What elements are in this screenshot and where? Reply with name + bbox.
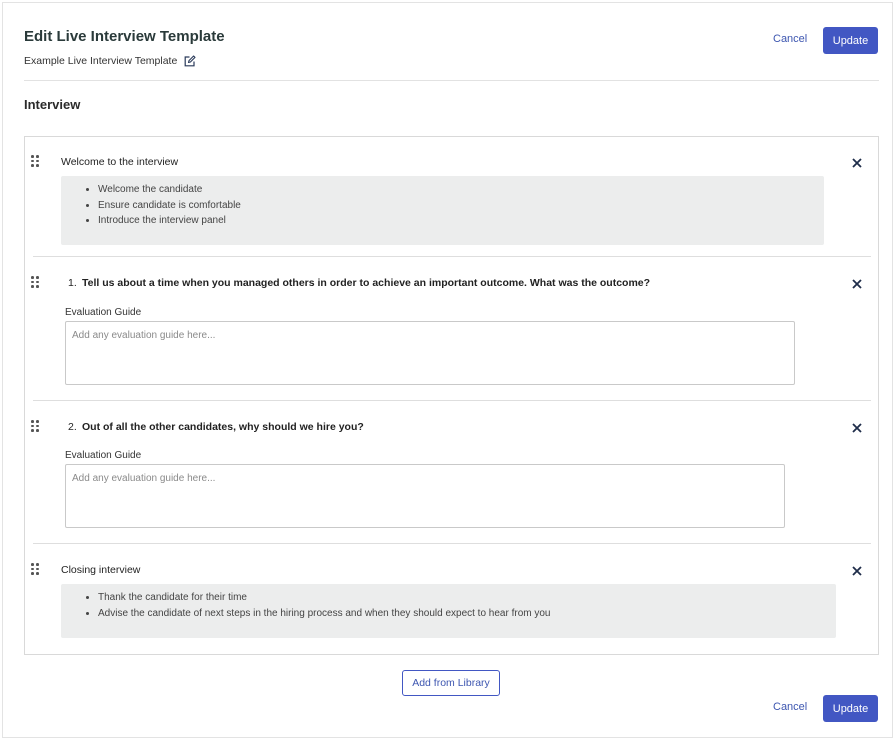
template-name-row: Example Live Interview Template (24, 55, 196, 67)
section-heading: Interview (24, 97, 81, 112)
note-bullet: Ensure candidate is comfortable (98, 198, 824, 214)
note-bullet: Welcome the candidate (98, 182, 824, 198)
note-bullet: Thank the candidate for their time (98, 590, 836, 606)
evaluation-guide-input[interactable] (65, 464, 785, 528)
note-bullet: Advise the candidate of next steps in th… (98, 606, 836, 622)
drag-handle-icon[interactable] (31, 420, 39, 432)
footer-update-button[interactable]: Update (823, 695, 878, 722)
close-icon[interactable] (851, 421, 863, 433)
item-title: Closing interview (61, 564, 141, 576)
note-bullet-list: Thank the candidate for their time Advis… (98, 590, 836, 621)
evaluation-guide-label: Evaluation Guide (65, 450, 142, 461)
close-icon[interactable] (851, 156, 863, 168)
note-content: Thank the candidate for their time Advis… (61, 584, 836, 638)
page-title: Edit Live Interview Template (24, 28, 225, 45)
cancel-button[interactable]: Cancel (773, 33, 807, 45)
note-bullet-list: Welcome the candidate Ensure candidate i… (98, 182, 824, 229)
interview-item-list: Welcome to the interview Welcome the can… (24, 136, 879, 655)
note-bullet: Introduce the interview panel (98, 213, 824, 229)
question-text: Out of all the other candidates, why sho… (82, 421, 364, 433)
close-icon[interactable] (851, 277, 863, 289)
footer-cancel-button[interactable]: Cancel (773, 701, 807, 713)
drag-handle-icon[interactable] (31, 155, 39, 167)
evaluation-guide-input[interactable] (65, 321, 795, 385)
item-divider (33, 256, 871, 257)
item-title: Welcome to the interview (61, 156, 179, 168)
drag-handle-icon[interactable] (31, 276, 39, 288)
add-from-library-button[interactable]: Add from Library (402, 670, 500, 696)
note-content: Welcome the candidate Ensure candidate i… (61, 176, 824, 245)
header-divider (24, 80, 879, 81)
question-text: Tell us about a time when you managed ot… (82, 277, 651, 289)
item-divider (33, 543, 871, 544)
question-number: 2. (68, 421, 77, 433)
question-number: 1. (68, 277, 77, 289)
evaluation-guide-label: Evaluation Guide (65, 307, 142, 318)
edit-icon[interactable] (184, 55, 196, 67)
update-button[interactable]: Update (823, 27, 878, 54)
close-icon[interactable] (851, 564, 863, 576)
template-name: Example Live Interview Template (24, 55, 178, 67)
edit-template-panel: Edit Live Interview Template Example Liv… (2, 2, 893, 738)
item-divider (33, 400, 871, 401)
drag-handle-icon[interactable] (31, 563, 39, 575)
